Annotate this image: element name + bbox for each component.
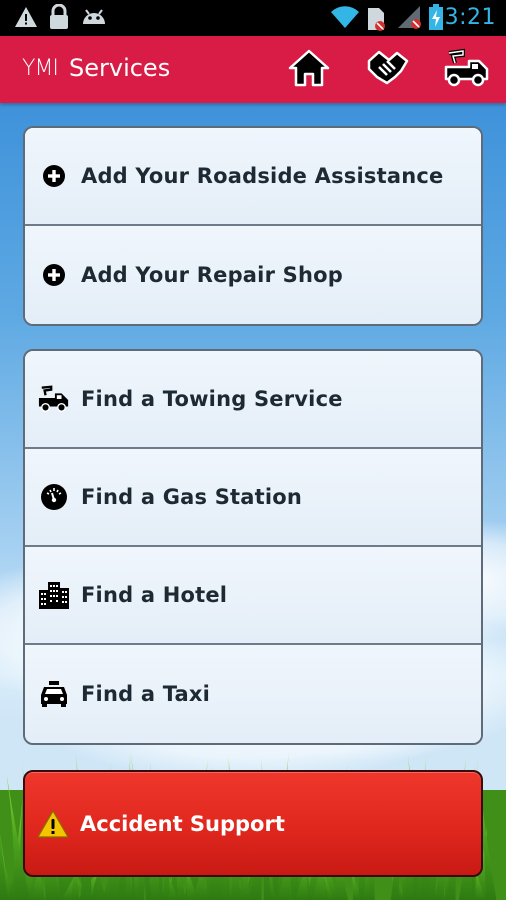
app-logo: YMI — [22, 56, 59, 81]
item-label: Find a Taxi — [81, 682, 211, 706]
find-services-group: Find a Towing Service Find a Gas Station — [23, 349, 483, 745]
clock-time: 3:21 — [444, 5, 496, 30]
status-bar: 3:21 — [0, 0, 506, 36]
accident-support-button[interactable]: Accident Support — [23, 770, 483, 877]
accident-support-label: Accident Support — [80, 811, 285, 836]
item-label: Add Your Roadside Assistance — [81, 164, 444, 188]
lock-icon — [48, 3, 70, 35]
towing-button[interactable] — [442, 46, 492, 94]
add-roadside-assistance-button[interactable]: Add Your Roadside Assistance — [25, 128, 481, 226]
sim-icon — [366, 6, 386, 37]
item-label: Add Your Repair Shop — [81, 263, 343, 287]
plus-circle-icon — [38, 160, 70, 192]
item-label: Find a Gas Station — [81, 485, 303, 509]
add-services-group: Add Your Roadside Assistance Add Your Re… — [23, 126, 483, 326]
android-icon — [80, 6, 108, 33]
taxi-icon — [38, 678, 70, 710]
item-label: Find a Hotel — [81, 583, 228, 607]
find-towing-service-button[interactable]: Find a Towing Service — [25, 351, 481, 449]
plus-circle-icon — [38, 259, 70, 291]
signal-icon — [396, 4, 424, 35]
item-label: Find a Towing Service — [81, 387, 343, 411]
action-bar: YMI Services — [0, 36, 506, 103]
contact-button[interactable] — [363, 46, 413, 94]
tow-truck-icon — [38, 383, 70, 415]
add-repair-shop-button[interactable]: Add Your Repair Shop — [25, 226, 481, 324]
find-taxi-button[interactable]: Find a Taxi — [25, 645, 481, 743]
fuel-gauge-icon — [38, 481, 70, 513]
find-hotel-button[interactable]: Find a Hotel — [25, 547, 481, 645]
home-icon — [287, 48, 331, 93]
buildings-icon — [38, 579, 70, 611]
find-gas-station-button[interactable]: Find a Gas Station — [25, 449, 481, 547]
tow-truck-icon — [443, 47, 491, 94]
warning-icon — [14, 5, 38, 34]
handshake-icon — [365, 47, 411, 94]
page-title: Services — [69, 54, 171, 82]
battery-icon — [428, 3, 444, 36]
wifi-icon — [330, 4, 360, 35]
home-button[interactable] — [284, 46, 334, 94]
warning-icon — [36, 808, 70, 840]
